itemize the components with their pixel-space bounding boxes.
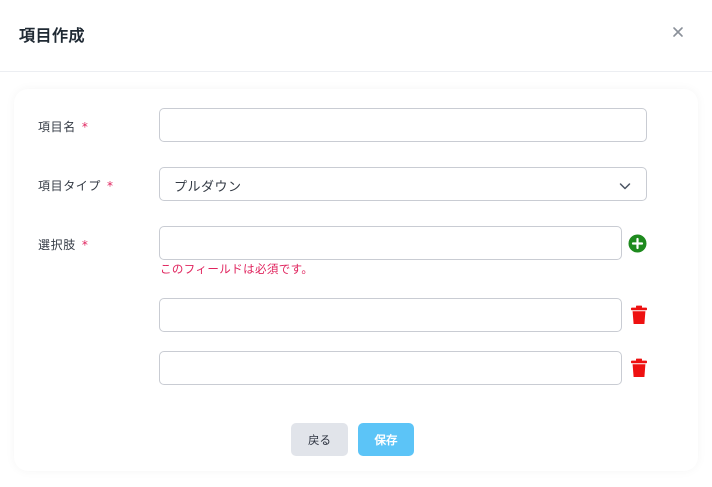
form-card <box>14 89 698 471</box>
item-type-selected-value: プルダウン <box>174 180 242 195</box>
trash-icon[interactable] <box>630 305 648 325</box>
required-mark: * <box>81 120 89 134</box>
trash-icon[interactable] <box>630 358 648 378</box>
chevron-down-icon <box>618 178 632 192</box>
choice-input-1[interactable] <box>159 226 622 260</box>
item-name-label-text: 項目名 <box>38 120 76 134</box>
close-icon[interactable] <box>669 23 687 41</box>
item-type-select[interactable]: プルダウン <box>159 167 647 201</box>
modal-header: 項目作成 <box>0 0 712 72</box>
choice-input-2[interactable] <box>159 298 622 332</box>
item-type-label-text: 項目タイプ <box>38 179 102 193</box>
save-button[interactable]: 保存 <box>358 423 414 456</box>
plus-circle-icon[interactable] <box>628 234 647 253</box>
back-button[interactable]: 戻る <box>291 423 348 456</box>
item-name-label: 項目名 * <box>38 118 88 135</box>
required-mark: * <box>107 179 114 193</box>
modal-title: 項目作成 <box>19 26 86 45</box>
choice-error-message: このフィールドは必須です。 <box>160 262 314 276</box>
item-type-label: 項目タイプ * <box>38 177 114 194</box>
choices-label: 選択肢 * <box>38 236 88 253</box>
item-name-input[interactable] <box>159 108 647 142</box>
choices-label-text: 選択肢 <box>38 238 76 252</box>
required-mark: * <box>81 238 89 252</box>
choice-input-3[interactable] <box>159 351 622 385</box>
